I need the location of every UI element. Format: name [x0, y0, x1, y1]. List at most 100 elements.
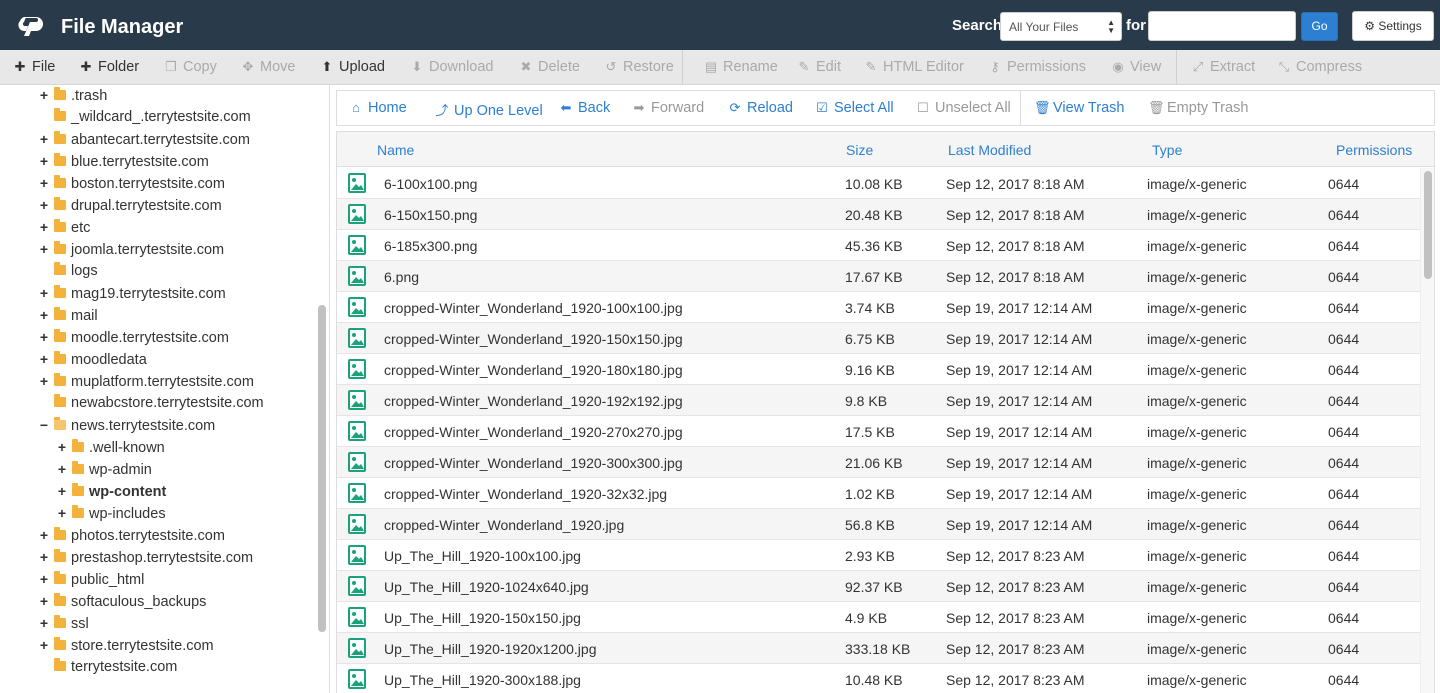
toolbar-copy-button[interactable]: ❐ Copy	[163, 59, 217, 75]
tree-item[interactable]: + ssl	[38, 615, 89, 637]
cell-name[interactable]: cropped-Winter_Wonderland_1920-192x192.j…	[384, 393, 683, 409]
tree-item[interactable]: + wp-admin	[56, 461, 152, 483]
toolbar-extract-button[interactable]: ⤢ Extract	[1190, 59, 1255, 75]
toolbar-compress-button[interactable]: ⤡ Compress	[1276, 59, 1362, 75]
table-row[interactable]: Up_The_Hill_1920-300x188.jpg 10.48 KB Sep …	[337, 664, 1420, 693]
toolbar-move-button[interactable]: ✥ Move	[240, 59, 296, 75]
cell-name[interactable]: 6-100x100.png	[384, 176, 477, 192]
tree-item[interactable]: _wildcard_.terrytestsite.com	[38, 108, 251, 131]
expand-icon[interactable]: +	[38, 307, 50, 323]
nav-forward-button[interactable]: ➡ Forward	[632, 100, 705, 116]
table-row[interactable]: 6-185x300.png 45.36 KB Sep 12, 2017 8:18 A…	[337, 230, 1420, 261]
toolbar-file-button[interactable]: ✚ File	[12, 59, 56, 75]
table-row[interactable]: 6-100x100.png 10.08 KB Sep 12, 2017 8:18 A…	[337, 168, 1420, 199]
cell-name[interactable]: cropped-Winter_Wonderland_1920.jpg	[384, 517, 624, 533]
column-header-name[interactable]: Name	[377, 142, 414, 158]
tree-item[interactable]: + boston.terrytestsite.com	[38, 175, 225, 197]
expand-icon[interactable]: +	[38, 153, 50, 169]
nav-back-button[interactable]: ⬅ Back	[559, 100, 611, 116]
cell-name[interactable]: 6.png	[384, 269, 419, 285]
expand-icon[interactable]: +	[38, 175, 50, 191]
toolbar-download-button[interactable]: ⬇ Download	[409, 59, 494, 75]
expand-icon[interactable]: +	[38, 373, 50, 389]
expand-icon[interactable]: +	[38, 593, 50, 609]
toolbar-folder-button[interactable]: ✚ Folder	[78, 59, 140, 75]
toolbar-rename-button[interactable]: ▤ Rename	[703, 59, 778, 75]
tree-item[interactable]: terrytestsite.com	[38, 658, 177, 681]
tree-item[interactable]: + moodledata	[38, 351, 147, 373]
search-input[interactable]	[1148, 11, 1296, 41]
column-header-last-modified[interactable]: Last Modified	[948, 142, 1031, 158]
tree-item[interactable]: + mag19.terrytestsite.com	[38, 285, 226, 307]
expand-icon[interactable]: +	[56, 461, 68, 477]
table-row[interactable]: Up_The_Hill_1920-150x150.jpg 4.9 KB Sep 12…	[337, 602, 1420, 633]
toolbar-restore-button[interactable]: ↺ Restore	[603, 59, 674, 75]
toolbar-upload-button[interactable]: ⬆ Upload	[319, 59, 385, 75]
expand-icon[interactable]: +	[38, 571, 50, 587]
expand-icon[interactable]: +	[38, 219, 50, 235]
expand-icon[interactable]: +	[38, 285, 50, 301]
cell-name[interactable]: Up_The_Hill_1920-1920x1200.jpg	[384, 641, 597, 657]
cpanel-logo[interactable]	[18, 11, 52, 39]
cell-name[interactable]: 6-185x300.png	[384, 238, 477, 254]
tree-item[interactable]: logs	[38, 262, 98, 285]
toolbar-edit-button[interactable]: ✎ Edit	[796, 59, 841, 75]
cell-name[interactable]: cropped-Winter_Wonderland_1920-180x180.j…	[384, 362, 683, 378]
tree-item[interactable]: + photos.terrytestsite.com	[38, 527, 225, 549]
cell-name[interactable]: cropped-Winter_Wonderland_1920-100x100.j…	[384, 300, 683, 316]
tree-item[interactable]: + store.terrytestsite.com	[38, 637, 214, 659]
tree-item[interactable]: + mail	[38, 307, 98, 329]
toolbar-permissions-button[interactable]: ⚷ Permissions	[987, 59, 1086, 75]
tree-item[interactable]: + etc	[38, 219, 90, 241]
cell-name[interactable]: Up_The_Hill_1920-150x150.jpg	[384, 610, 581, 626]
table-row[interactable]: cropped-Winter_Wonderland_1920-192x192.j…	[337, 385, 1420, 416]
cell-name[interactable]: cropped-Winter_Wonderland_1920-270x270.j…	[384, 424, 683, 440]
cell-name[interactable]: 6-150x150.png	[384, 207, 477, 223]
cell-name[interactable]: Up_The_Hill_1920-1024x640.jpg	[384, 579, 589, 595]
tree-item[interactable]: + joomla.terrytestsite.com	[38, 241, 224, 263]
tree-item[interactable]: + blue.terrytestsite.com	[38, 153, 209, 175]
expand-icon[interactable]: +	[38, 329, 50, 345]
toolbar-delete-button[interactable]: ✖ Delete	[518, 59, 580, 75]
tree-item[interactable]: + wp-includes	[56, 505, 166, 527]
expand-icon[interactable]: +	[38, 527, 50, 543]
table-row[interactable]: 6.png 17.67 KB Sep 12, 2017 8:18 AM image/x…	[337, 261, 1420, 292]
table-row[interactable]: cropped-Winter_Wonderland_1920-100x100.j…	[337, 292, 1420, 323]
tree-item[interactable]: + prestashop.terrytestsite.com	[38, 549, 253, 571]
expand-icon[interactable]: +	[38, 549, 50, 565]
table-row[interactable]: cropped-Winter_Wonderland_1920-270x270.j…	[337, 416, 1420, 447]
cell-name[interactable]: Up_The_Hill_1920-300x188.jpg	[384, 672, 581, 688]
tree-item[interactable]: + muplatform.terrytestsite.com	[38, 373, 254, 395]
table-row[interactable]: 6-150x150.png 20.48 KB Sep 12, 2017 8:18 A…	[337, 199, 1420, 230]
tree-item[interactable]: + .well-known	[56, 439, 165, 461]
cell-name[interactable]: cropped-Winter_Wonderland_1920-300x300.j…	[384, 455, 683, 471]
tree-item[interactable]: + moodle.terrytestsite.com	[38, 329, 229, 351]
table-row[interactable]: cropped-Winter_Wonderland_1920-300x300.j…	[337, 447, 1420, 478]
table-scrollbar-thumb[interactable]	[1424, 171, 1432, 279]
tree-item[interactable]: − news.terrytestsite.com	[38, 417, 215, 439]
expand-icon[interactable]: +	[56, 439, 68, 455]
expand-icon[interactable]: +	[38, 615, 50, 631]
tree-item[interactable]: + drupal.terrytestsite.com	[38, 197, 222, 219]
toolbar-view-button[interactable]: ◉ View	[1110, 59, 1161, 75]
table-row[interactable]: cropped-Winter_Wonderland_1920-180x180.j…	[337, 354, 1420, 385]
nav-reload-button[interactable]: ⟳ Reload	[728, 100, 793, 116]
table-row[interactable]: Up_The_Hill_1920-1920x1200.jpg 333.18 KB S…	[337, 633, 1420, 664]
column-header-size[interactable]: Size	[846, 142, 873, 158]
nav-home-button[interactable]: ⌂ Home	[349, 100, 407, 116]
nav-empty-trash-button[interactable]: 🗑 Empty Trash	[1148, 100, 1248, 116]
tree-item[interactable]: + abantecart.terrytestsite.com	[38, 131, 250, 153]
table-row[interactable]: Up_The_Hill_1920-100x100.jpg 2.93 KB Sep 1…	[337, 540, 1420, 571]
cell-name[interactable]: cropped-Winter_Wonderland_1920-32x32.jpg	[384, 486, 667, 502]
column-header-type[interactable]: Type	[1152, 142, 1182, 158]
expand-icon[interactable]: +	[38, 351, 50, 367]
table-row[interactable]: cropped-Winter_Wonderland_1920-150x150.j…	[337, 323, 1420, 354]
tree-item[interactable]: + softaculous_backups	[38, 593, 206, 615]
column-header-permissions[interactable]: Permissions	[1336, 142, 1412, 158]
expand-icon[interactable]: +	[38, 87, 50, 103]
expand-icon[interactable]: +	[56, 505, 68, 521]
expand-icon[interactable]: +	[38, 241, 50, 257]
tree-item[interactable]: newabcstore.terrytestsite.com	[38, 394, 264, 417]
table-row[interactable]: cropped-Winter_Wonderland_1920.jpg 56.8 K…	[337, 509, 1420, 540]
cell-name[interactable]: Up_The_Hill_1920-100x100.jpg	[384, 548, 581, 564]
